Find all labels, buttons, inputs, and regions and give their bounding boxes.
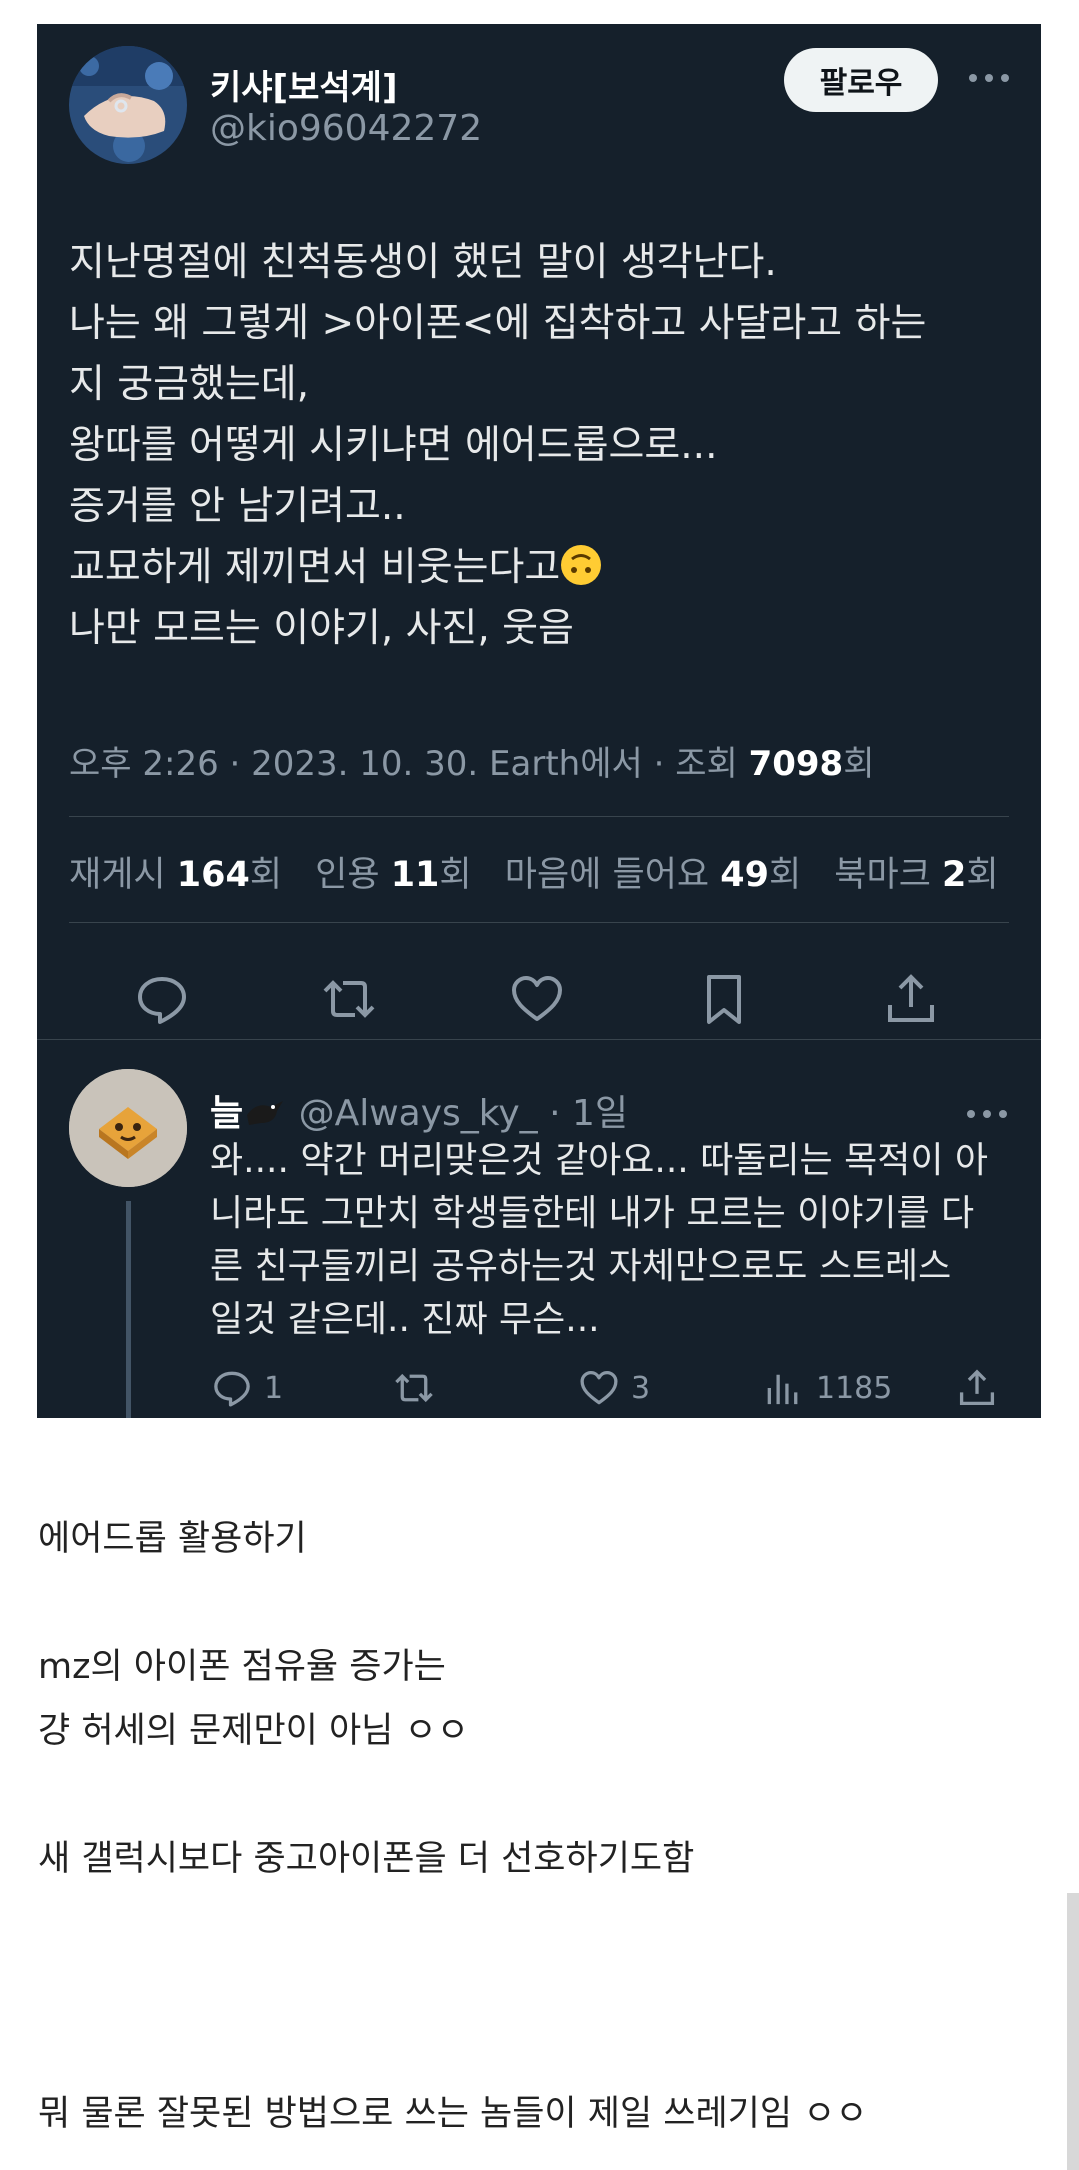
follow-button[interactable]: 팔로우 bbox=[784, 48, 938, 112]
tweet-timestamp[interactable]: 오후 2:26 · 2023. 10. 30. Earth에서 · 조회 bbox=[69, 744, 749, 784]
reply-views-button[interactable]: 1185 bbox=[762, 1366, 892, 1410]
retweets-label: 재게시 bbox=[69, 855, 166, 895]
like-icon bbox=[580, 1370, 618, 1405]
share-icon bbox=[959, 1369, 995, 1406]
likes-label: 마음에 들어요 bbox=[504, 855, 710, 895]
tweet-card: 키샤[보석계] @kio96042272 팔로우 지난명절에 친척동생이 했던 … bbox=[37, 24, 1041, 1418]
body-text-line: mz의 아이폰 점유율 증가는 bbox=[38, 1647, 446, 1687]
reply-retweet-button[interactable] bbox=[392, 1366, 446, 1410]
reply-more-options-icon[interactable] bbox=[965, 1104, 1009, 1124]
reply-line: 니라도 그만치 학생들한테 내가 모르는 이야기를 다 bbox=[210, 1193, 975, 1234]
analytics-icon bbox=[767, 1374, 798, 1405]
author-name[interactable]: 키샤[보석계] bbox=[210, 60, 397, 109]
reply-icon bbox=[214, 1371, 250, 1407]
retweets-count: 164 bbox=[176, 855, 250, 895]
quotes-stat[interactable]: 인용 11회 bbox=[315, 855, 471, 895]
reply-time[interactable]: · 1일 bbox=[549, 1093, 628, 1134]
tweet-text: 지난명절에 친척동생이 했던 말이 생각난다. 나는 왜 그렇게 >아이폰<에 … bbox=[69, 232, 1009, 659]
bookmarks-stat[interactable]: 북마크 2회 bbox=[834, 855, 998, 895]
reply-text: 와.... 약간 머리맞은것 같아요... 따돌리는 목적이 아 니라도 그만치… bbox=[210, 1134, 1030, 1346]
tweet-line-with-emoji: 교묘하게 제끼면서 비웃는다고 bbox=[69, 537, 1009, 598]
view-suffix: 회 bbox=[843, 744, 875, 784]
reply-line: 른 친구들끼리 공유하는것 자체만으로도 스트레스 bbox=[210, 1246, 952, 1287]
reply-author-avatar[interactable] bbox=[69, 1069, 187, 1187]
tweet-line: 나는 왜 그렇게 >아이폰<에 집착하고 사달라고 하는 bbox=[69, 301, 927, 346]
tweet-line: 교묘하게 제끼면서 비웃는다고 bbox=[69, 545, 561, 590]
likes-count: 49 bbox=[720, 855, 769, 895]
body-text-line: 뭐 물론 잘못된 방법으로 쓰는 놈들이 제일 쓰레기임 ㅇㅇ bbox=[38, 2094, 868, 2134]
view-count: 7098 bbox=[748, 744, 844, 784]
engagement-stats: 재게시 164회 인용 11회 마음에 들어요 49회 북마크 2회 bbox=[69, 846, 999, 897]
likes-suffix: 회 bbox=[768, 855, 802, 895]
tweet-line: 증거를 안 남기려고.. bbox=[69, 484, 406, 529]
retweet-icon bbox=[395, 1373, 433, 1403]
reply-like-button[interactable]: 3 bbox=[577, 1366, 650, 1410]
tweet-action-bar bbox=[37, 969, 1041, 1039]
retweet-icon[interactable] bbox=[319, 969, 379, 1029]
retweets-suffix: 회 bbox=[249, 855, 283, 895]
share-icon[interactable] bbox=[881, 969, 941, 1029]
reply-share-button[interactable] bbox=[955, 1366, 1009, 1410]
quotes-count: 11 bbox=[390, 855, 440, 895]
tweet-meta: 오후 2:26 · 2023. 10. 30. Earth에서 · 조회 709… bbox=[69, 736, 875, 785]
like-count: 3 bbox=[631, 1370, 651, 1406]
body-text-line: 새 갤럭시보다 중고아이폰을 더 선호하기도함 bbox=[38, 1839, 695, 1879]
reply-author-name[interactable]: 늘 bbox=[210, 1093, 243, 1134]
author-handle[interactable]: @kio96042272 bbox=[210, 108, 482, 149]
bird-emoji bbox=[243, 1093, 287, 1134]
quotes-suffix: 회 bbox=[439, 855, 472, 895]
reply-icon[interactable] bbox=[132, 969, 192, 1029]
tweet-line: 지 궁금했는데, bbox=[69, 362, 310, 407]
upside-down-face-emoji bbox=[560, 545, 602, 590]
tweet-line: 왕따를 어떻게 시키냐면 에어드롭으로... bbox=[69, 423, 718, 468]
reply-line: 와.... 약간 머리맞은것 같아요... 따돌리는 목적이 아 bbox=[210, 1140, 989, 1181]
divider bbox=[69, 922, 1009, 923]
reply-header: 늘 @Always_ky_ · 1일 bbox=[210, 1084, 628, 1136]
reply-count: 1 bbox=[264, 1370, 284, 1406]
bookmarks-suffix: 회 bbox=[966, 855, 999, 895]
reply-line: 일것 같은데.. 진짜 무슨... bbox=[210, 1299, 600, 1340]
scrollbar[interactable] bbox=[1067, 1893, 1079, 2170]
thread-connector bbox=[126, 1201, 131, 1418]
tweet-line: 지난명절에 친척동생이 했던 말이 생각난다. bbox=[69, 240, 777, 285]
divider bbox=[37, 1039, 1041, 1040]
body-text-line: 에어드롭 활용하기 bbox=[38, 1519, 307, 1559]
likes-stat[interactable]: 마음에 들어요 49회 bbox=[505, 855, 801, 895]
quotes-label: 인용 bbox=[315, 855, 380, 895]
more-options-icon[interactable] bbox=[967, 68, 1011, 88]
author-avatar[interactable] bbox=[69, 46, 187, 164]
body-text-line: 걍 허세의 문제만이 아님 ㅇㅇ bbox=[38, 1711, 469, 1751]
reply-reply-button[interactable]: 1 bbox=[210, 1366, 283, 1410]
bookmarks-count: 2 bbox=[942, 855, 967, 895]
bookmark-icon[interactable] bbox=[694, 969, 754, 1029]
reply-author-handle[interactable]: @Always_ky_ bbox=[299, 1093, 538, 1134]
view-count: 1185 bbox=[816, 1370, 893, 1406]
tweet-line: 나만 모르는 이야기, 사진, 웃음 bbox=[69, 606, 574, 651]
divider bbox=[69, 816, 1009, 817]
retweets-stat[interactable]: 재게시 164회 bbox=[69, 855, 282, 895]
bookmarks-label: 북마크 bbox=[834, 855, 931, 895]
like-icon[interactable] bbox=[507, 969, 567, 1029]
